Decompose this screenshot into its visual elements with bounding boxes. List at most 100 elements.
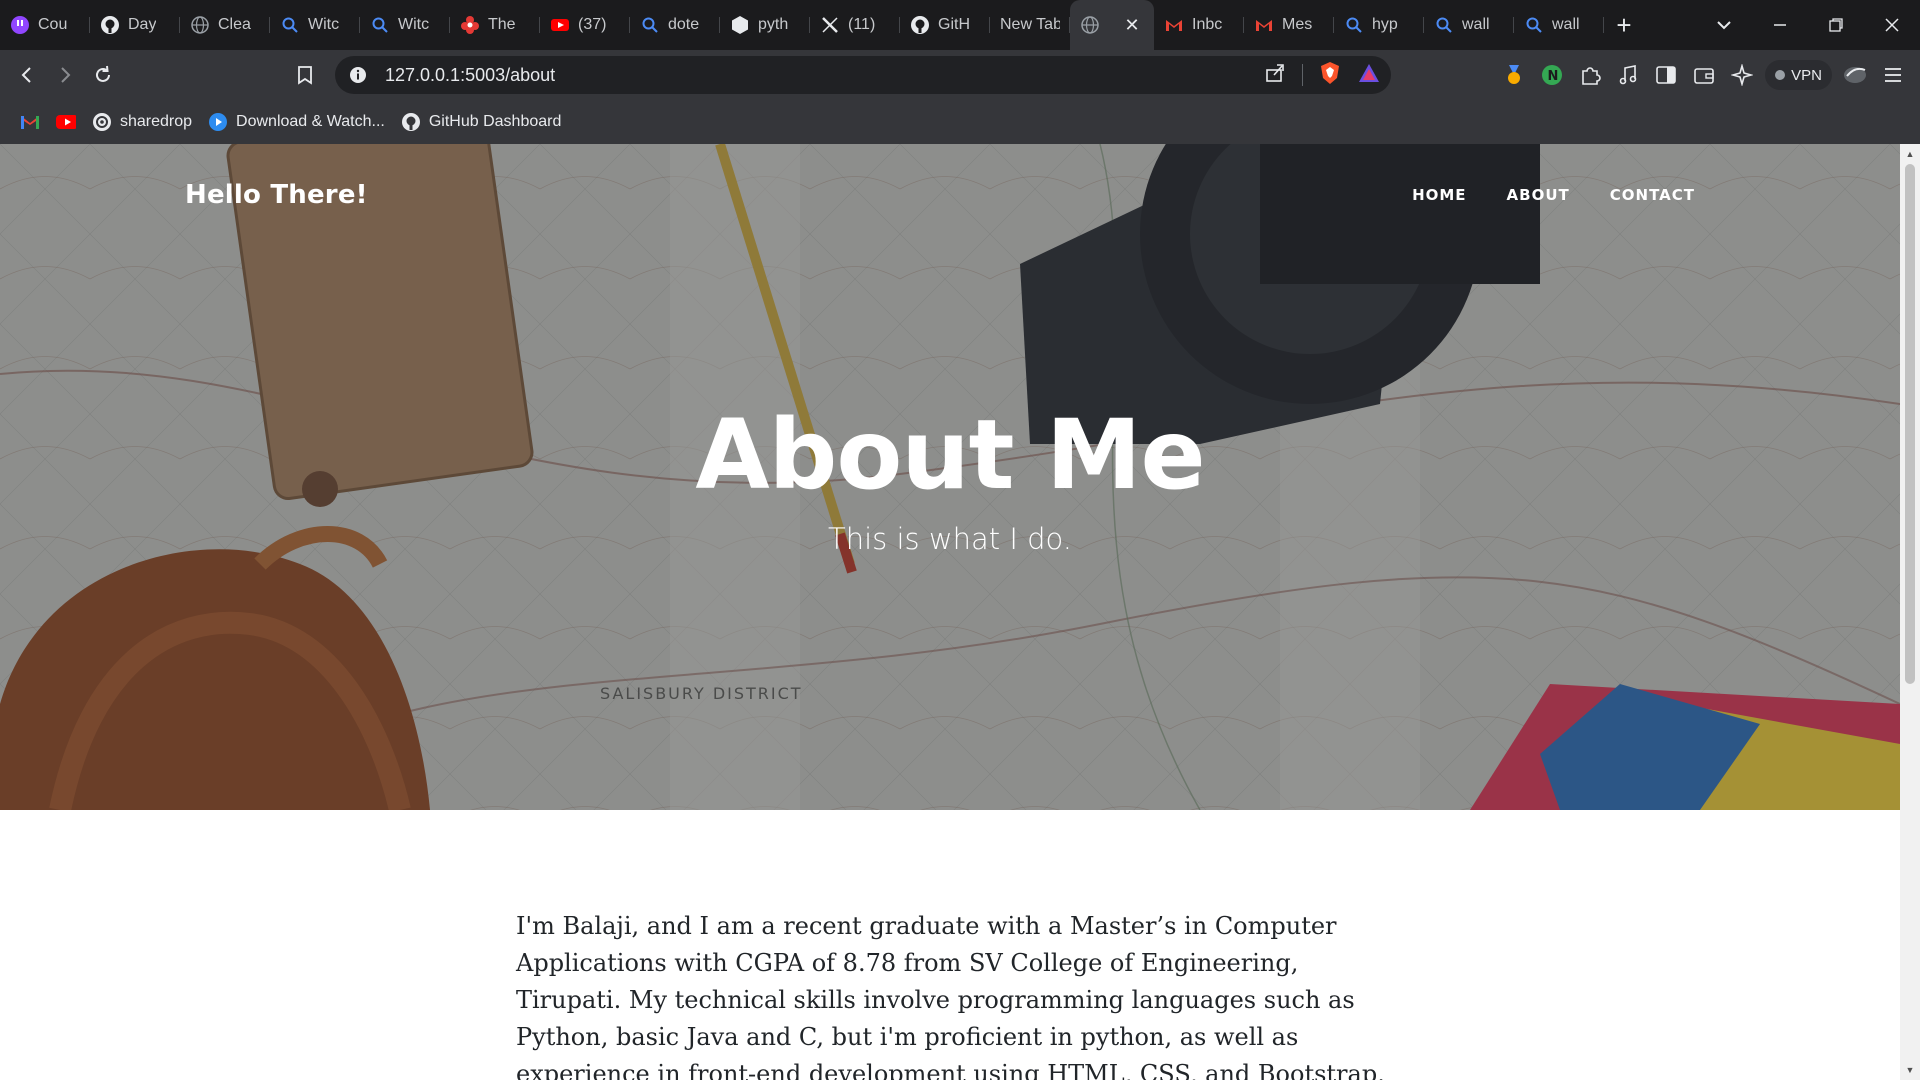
bookmark-label: GitHub Dashboard [428, 113, 562, 130]
url-text[interactable]: 127.0.0.1:5003/about [385, 65, 555, 86]
browser-toolbar: 127.0.0.1:5003/about N VPN [0, 50, 1920, 100]
tab-9[interactable]: pyth [720, 0, 810, 50]
search-icon [1434, 15, 1454, 35]
bookmark-github-dashboard[interactable]: GitHub Dashboard [393, 106, 570, 138]
leo-ai-icon[interactable] [1723, 56, 1761, 94]
hero-header: SALISBURY DISTRICT Hello There! HOME ABO… [0, 144, 1900, 810]
menu-hamburger-icon[interactable] [1874, 56, 1912, 94]
tab-label: Witc [308, 16, 340, 33]
bookmarks-bar: sharedrop Download & Watch... GitHub Das… [0, 100, 1920, 144]
page-scrollbar[interactable]: ▲ ▼ [1900, 144, 1920, 1080]
music-icon[interactable] [1609, 56, 1647, 94]
restore-icon[interactable] [1808, 0, 1864, 50]
tab-16[interactable]: wall [1424, 0, 1514, 50]
vpn-label: VPN [1791, 66, 1822, 84]
bookmark-label: sharedrop [120, 113, 193, 130]
tab-new-tab[interactable]: New Tab [990, 0, 1070, 50]
site-info-icon[interactable] [347, 64, 369, 86]
extensions-area: N VPN [1495, 50, 1920, 100]
tab-4[interactable]: Witc [270, 0, 360, 50]
tab-label: wall [1462, 16, 1490, 33]
scroll-down-icon[interactable]: ▼ [1900, 1062, 1920, 1078]
tab-label: Mes [1282, 16, 1313, 33]
nav-about-link[interactable]: ABOUT [1507, 186, 1570, 204]
brave-shields-icon[interactable] [1319, 61, 1341, 90]
tab-13[interactable]: Inbc [1154, 0, 1244, 50]
about-paragraph: I'm Balaji, and I am a recent graduate w… [516, 912, 1385, 1080]
scrollbar-thumb[interactable] [1905, 164, 1915, 684]
profile-avatar-icon[interactable] [1836, 56, 1874, 94]
brave-rewards-icon[interactable] [1357, 62, 1381, 89]
bookmark-icon[interactable] [292, 62, 318, 88]
vpn-button[interactable]: VPN [1765, 60, 1832, 90]
tab-10[interactable]: (11) [810, 0, 900, 50]
tab-label: wall [1552, 16, 1580, 33]
tab-label: New Tab [1000, 16, 1060, 33]
tab-15[interactable]: hyp [1334, 0, 1424, 50]
tab-3[interactable]: Clea [180, 0, 270, 50]
forward-icon[interactable] [46, 56, 84, 94]
gmail-icon [1254, 15, 1274, 35]
site-brand[interactable]: Hello There! [185, 180, 368, 210]
nav-contact-link[interactable]: CONTACT [1610, 186, 1695, 204]
gmail-icon [20, 112, 40, 132]
bookmark-gmail[interactable] [12, 106, 48, 138]
wallet-icon[interactable] [1685, 56, 1723, 94]
search-icon [280, 15, 300, 35]
site-nav: HOME ABOUT CONTACT [1412, 186, 1695, 204]
tab-14[interactable]: Mes [1244, 0, 1334, 50]
share-icon[interactable] [1264, 62, 1286, 89]
tab-active-about[interactable]: ✕ [1070, 0, 1154, 50]
tab-7[interactable]: (37) [540, 0, 630, 50]
page-subtitle: This is what I do. [828, 522, 1072, 556]
search-icon [1344, 15, 1364, 35]
hexagon-icon [730, 15, 750, 35]
search-icon [370, 15, 390, 35]
back-icon[interactable] [8, 56, 46, 94]
bookmark-sharedrop[interactable]: sharedrop [84, 106, 200, 138]
tab-search-chevron-icon[interactable] [1696, 0, 1752, 50]
reload-icon[interactable] [84, 56, 122, 94]
sidebar-icon[interactable] [1647, 56, 1685, 94]
github-icon [401, 112, 421, 132]
svg-text:N: N [1548, 69, 1559, 84]
tab-6[interactable]: The [450, 0, 540, 50]
tab-label: Clea [218, 16, 251, 33]
tab-8[interactable]: dote [630, 0, 720, 50]
n-extension-icon[interactable]: N [1533, 56, 1571, 94]
puzzle-extensions-icon[interactable] [1571, 56, 1609, 94]
minimize-icon[interactable] [1752, 0, 1808, 50]
address-bar[interactable]: 127.0.0.1:5003/about [335, 56, 1391, 94]
tab-11[interactable]: GitH [900, 0, 990, 50]
x-icon [820, 15, 840, 35]
tab-label: (11) [848, 16, 876, 33]
gmail-icon [1164, 15, 1184, 35]
red-flower-icon [460, 15, 480, 35]
page-title: About Me [695, 399, 1205, 511]
sharedrop-icon [92, 112, 112, 132]
play-icon [208, 112, 228, 132]
nav-home-link[interactable]: HOME [1412, 186, 1466, 204]
github-icon [100, 15, 120, 35]
tab-strip: Cou Day Clea Witc Witc The (37) dote pyt… [0, 0, 1920, 50]
tab-17[interactable]: wall [1514, 0, 1604, 50]
close-window-icon[interactable] [1864, 0, 1920, 50]
omnibox-actions [1264, 56, 1381, 94]
tab-label: The [488, 16, 516, 33]
close-icon[interactable]: ✕ [1122, 15, 1142, 35]
medal-extension-icon[interactable] [1495, 56, 1533, 94]
bookmark-youtube[interactable] [48, 106, 84, 138]
tab-label: Witc [398, 16, 430, 33]
tab-2[interactable]: Day [90, 0, 180, 50]
tab-label: hyp [1372, 16, 1398, 33]
tab-label: Inbc [1192, 16, 1223, 33]
new-tab-button[interactable]: + [1604, 0, 1644, 50]
scroll-up-icon[interactable]: ▲ [1900, 146, 1920, 162]
tab-5[interactable]: Witc [360, 0, 450, 50]
tab-label: (37) [578, 16, 607, 33]
tab-1[interactable]: Cou [0, 0, 90, 50]
vpn-status-icon [1775, 70, 1786, 80]
tab-label: dote [668, 16, 700, 33]
bookmark-download-watch[interactable]: Download & Watch... [200, 106, 393, 138]
tab-label: Cou [38, 16, 68, 33]
